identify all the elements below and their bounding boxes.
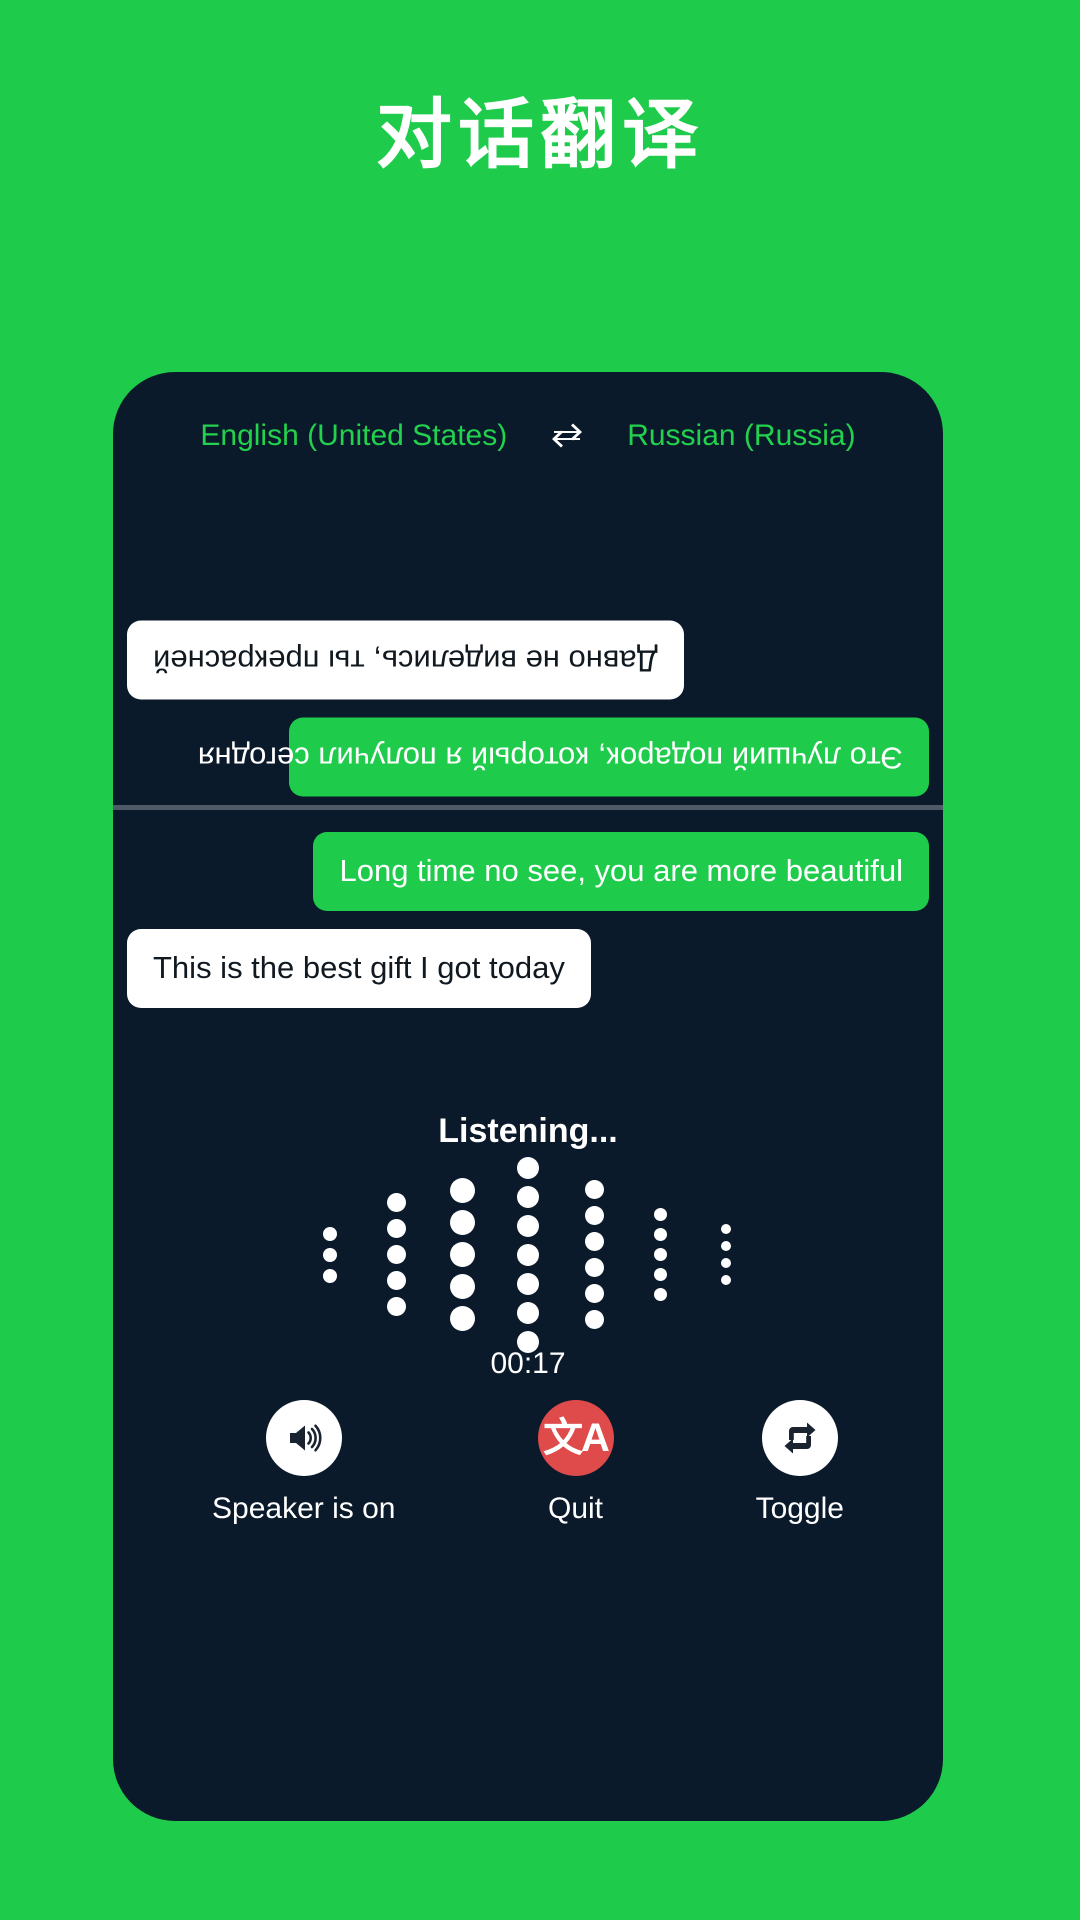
control-bar: Speaker is on 文A Quit Toggle — [113, 1400, 943, 1526]
translate-icon[interactable]: 文A — [537, 1400, 614, 1476]
pane-divider — [113, 805, 943, 810]
toggle-button[interactable]: Toggle — [756, 1400, 844, 1526]
waveform-dot — [449, 1210, 475, 1235]
quit-button[interactable]: 文A Quit — [537, 1400, 614, 1526]
waveform-dot — [517, 1185, 539, 1208]
chat-bubble-remote: Long time no see, you are more beautiful — [313, 832, 929, 911]
waveform-dot — [517, 1272, 539, 1295]
waveform-dot — [517, 1301, 539, 1324]
audio-waveform-visualizer — [113, 1156, 943, 1353]
waveform-column — [429, 1167, 495, 1342]
waveform-dot — [653, 1228, 667, 1241]
waveform-dot — [449, 1178, 475, 1203]
waveform-column — [495, 1156, 561, 1353]
listening-status-label: Listening... — [438, 1112, 618, 1150]
recording-timer: 00:17 — [490, 1347, 566, 1380]
waveform-dot — [386, 1297, 406, 1316]
waveform-dot — [517, 1156, 539, 1179]
waveform-column — [363, 1167, 429, 1342]
waveform-dot — [721, 1224, 731, 1234]
waveform-dot — [517, 1243, 539, 1266]
waveform-dot — [584, 1206, 604, 1225]
waveform-column — [693, 1167, 759, 1342]
quit-label: Quit — [548, 1492, 604, 1525]
waveform-dot — [584, 1232, 604, 1251]
source-conversation-pane: Long time no see, you are more beautiful… — [113, 814, 943, 1026]
translate-glyph: 文A — [543, 1416, 610, 1460]
waveform-dot — [517, 1214, 539, 1237]
speaker-toggle-button[interactable]: Speaker is on — [212, 1400, 395, 1526]
waveform-dot — [386, 1271, 406, 1290]
waveform-dot — [386, 1219, 406, 1238]
waveform-dot — [584, 1284, 604, 1303]
waveform-dot — [449, 1242, 475, 1267]
waveform-dot — [584, 1310, 604, 1329]
speaker-toggle-label: Speaker is on — [212, 1492, 396, 1525]
target-language-selector[interactable]: Russian (Russia) — [627, 419, 855, 453]
phone-frame: English (United States) Russian (Russia)… — [113, 372, 943, 1821]
chat-bubble-local: Давно не виделись, ты прекрасней — [127, 620, 684, 700]
language-bar: English (United States) Russian (Russia) — [113, 419, 943, 453]
waveform-dot — [653, 1288, 667, 1301]
page-title: 对话翻译 — [376, 93, 704, 178]
swap-repeat-icon[interactable] — [761, 1400, 838, 1476]
chat-bubble-local: This is the best gift I got today — [127, 928, 591, 1008]
waveform-dot — [653, 1268, 667, 1281]
waveform-column — [297, 1167, 363, 1342]
waveform-column — [627, 1167, 693, 1342]
chat-bubble-remote: Это лучший подарок, который я получил се… — [198, 717, 929, 796]
waveform-dot — [584, 1180, 604, 1199]
waveform-dot — [386, 1193, 406, 1212]
translated-bubble-list: Это лучший подарок, который я получил се… — [127, 603, 929, 796]
waveform-dot — [449, 1274, 475, 1299]
waveform-dot — [653, 1248, 667, 1261]
swap-horizontal-icon[interactable] — [551, 423, 583, 449]
waveform-column — [561, 1167, 627, 1342]
waveform-dot — [386, 1245, 406, 1264]
waveform-dot — [721, 1241, 731, 1251]
waveform-dot — [323, 1226, 337, 1241]
waveform-dot — [721, 1275, 731, 1285]
source-language-selector[interactable]: English (United States) — [200, 419, 507, 453]
toggle-label: Toggle — [755, 1492, 844, 1525]
waveform-dot — [653, 1208, 667, 1221]
translated-conversation-pane: Это лучший подарок, который я получил се… — [113, 480, 943, 802]
waveform-dot — [584, 1258, 604, 1277]
speaker-on-icon[interactable] — [265, 1400, 342, 1476]
waveform-dot — [323, 1268, 337, 1283]
waveform-dot — [323, 1247, 337, 1262]
waveform-dot — [721, 1258, 731, 1268]
waveform-dot — [449, 1306, 475, 1331]
